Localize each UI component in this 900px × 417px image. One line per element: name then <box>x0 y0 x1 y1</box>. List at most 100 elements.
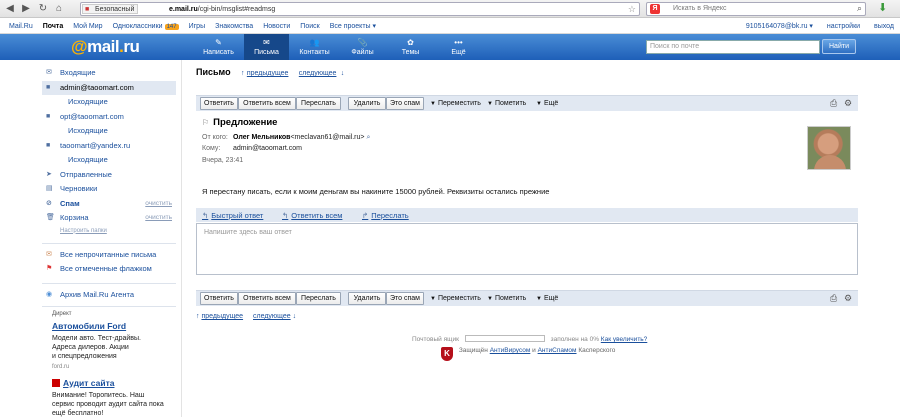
settings-icon[interactable]: ⚙ <box>844 292 852 305</box>
mark-dropdown[interactable]: ▼ Пометить <box>487 293 526 305</box>
portal-link[interactable]: Знакомства <box>215 23 253 30</box>
sidebar-folder[interactable]: Исходящие <box>42 124 176 139</box>
from-value[interactable]: Олег Мельников<meclavan61@mail.ru> ⌕ <box>233 134 370 142</box>
user-email-menu[interactable]: 9105164078@bk.ru ▾ <box>746 23 813 30</box>
folder-settings-link[interactable]: Настроить папки <box>42 226 176 236</box>
sidebar-folder[interactable]: ✉ Входящие <box>42 66 176 81</box>
sidebar-folder[interactable]: Исходящие <box>42 153 176 168</box>
next-message-link[interactable]: следующее <box>253 313 291 320</box>
spam-button[interactable]: Это спам <box>386 292 424 305</box>
find-button[interactable]: Найти <box>822 39 856 54</box>
flag-icon: ⚑ <box>46 264 53 272</box>
nav-label: Письма <box>254 49 279 56</box>
flag-icon[interactable]: ⚐ <box>202 118 209 127</box>
folder-label: taoomart@yandex.ru <box>60 140 131 150</box>
search-icon[interactable]: ⌕ <box>366 134 370 141</box>
sidebar-folder[interactable]: 🗑 Корзина очистить <box>42 211 176 226</box>
print-icon[interactable]: ⎙ <box>830 97 837 110</box>
move-dropdown[interactable]: ▼ Переместить <box>430 293 481 305</box>
mark-dropdown[interactable]: ▼ Пометить <box>487 98 526 110</box>
reply-button[interactable]: Ответить <box>200 97 238 110</box>
clean-folder-link[interactable]: очистить <box>145 197 172 212</box>
reply-button[interactable]: Ответить <box>200 292 238 305</box>
settings-link[interactable]: настройки <box>827 23 860 30</box>
mailru-logo[interactable]: @mail.ru <box>71 37 140 57</box>
nav-more[interactable]: ••• Ещё <box>436 34 481 60</box>
portal-link[interactable]: Поиск <box>300 23 319 30</box>
spam-button[interactable]: Это спам <box>386 97 424 110</box>
portal-link[interactable]: Mail.Ru <box>9 23 33 30</box>
sidebar-folder[interactable]: Исходящие <box>42 95 176 110</box>
bookmark-star-icon[interactable]: ☆ <box>628 3 636 15</box>
search-icon[interactable]: ⌕ <box>857 3 862 14</box>
ad-text[interactable]: Модели авто. Тест-драйвы. Адреса дилеров… <box>42 334 176 361</box>
clean-folder-link[interactable]: очистить <box>145 211 172 226</box>
ad-title[interactable]: Автомобили Ford <box>42 321 176 331</box>
sidebar-folder[interactable]: ⊘ Спам очистить <box>42 197 176 212</box>
reply-all-button[interactable]: Ответить всем <box>238 97 296 110</box>
reload-icon[interactable]: ↻ <box>37 3 49 15</box>
delete-button[interactable]: Удалить <box>348 292 386 305</box>
nav-themes[interactable]: ✿ Темы <box>388 34 433 60</box>
sidebar-folder[interactable]: ➤ Отправленные <box>42 168 176 183</box>
antispam-link[interactable]: АнтиСпамом <box>538 347 577 354</box>
ad2-title[interactable]: Аудит сайта <box>42 378 176 388</box>
portal-link[interactable]: Игры <box>189 23 206 30</box>
arrow-up-icon: ↑ <box>240 70 245 77</box>
sidebar-folder[interactable]: ■ opt@taoomart.com <box>42 110 176 125</box>
forward-button[interactable]: Переслать <box>296 97 341 110</box>
caret-down-icon: ▼ <box>536 296 542 302</box>
back-icon[interactable]: ◀ <box>4 3 16 15</box>
prev-message-link[interactable]: предыдущее <box>247 70 289 77</box>
reply-textarea[interactable]: Напишите здесь ваш ответ <box>196 223 858 275</box>
unread-messages-link[interactable]: ✉ Все непрочитанные письма <box>42 248 176 262</box>
sidebar-folder[interactable]: ■ taoomart@yandex.ru <box>42 139 176 154</box>
antivirus-link[interactable]: АнтиВирусом <box>490 347 531 354</box>
reply-all-button[interactable]: Ответить всем <box>238 292 296 305</box>
pager-bottom: ↑ предыдущее следующее ↓ <box>196 313 296 320</box>
ad2-text[interactable]: Внимание! Торопитесь. Наш сервис проводи… <box>42 391 176 417</box>
flagged-messages-link[interactable]: ⚑ Все отмеченные флажком <box>42 262 176 276</box>
mail-search-input[interactable]: Поиск по почте <box>646 40 820 54</box>
move-dropdown[interactable]: ▼ Переместить <box>430 98 481 110</box>
nav-messages[interactable]: ✉ Письма <box>244 34 289 60</box>
more-dropdown[interactable]: ▼ Ещё <box>536 293 558 305</box>
delete-button[interactable]: Удалить <box>348 97 386 110</box>
download-icon[interactable]: ⬇ <box>878 2 887 15</box>
folder-label: Спам <box>60 198 80 208</box>
ad-url[interactable]: ford.ru <box>42 364 176 370</box>
settings-icon[interactable]: ⚙ <box>844 97 852 110</box>
nav-compose[interactable]: ✎ Написать <box>196 34 241 60</box>
next-message-link[interactable]: следующее <box>299 70 337 77</box>
forward-link[interactable]: ↱ Переслать <box>362 211 409 220</box>
sidebar-folder[interactable]: ■ admin@taoomart.com <box>42 80 176 95</box>
logout-link[interactable]: выход <box>874 23 894 30</box>
address-bar[interactable]: ■ Безопасный e.mail.ru/cgi-bin/msglist#re… <box>80 2 640 16</box>
nav-label: Контакты <box>299 49 330 56</box>
nav-contacts[interactable]: 👥 Контакты <box>292 34 337 60</box>
sidebar-folder[interactable]: ▤ Черновики <box>42 182 176 197</box>
portal-link[interactable]: Все проекты ▾ <box>330 23 376 30</box>
browser-search-input[interactable]: Я Искать в Яндекс ⌕ <box>646 2 866 16</box>
print-icon[interactable]: ⎙ <box>830 292 837 305</box>
portal-link[interactable]: Почта <box>43 23 64 30</box>
mailbox-quota: Почтовый ящик заполнен на 0% Как увеличи… <box>412 335 648 343</box>
forward-icon[interactable]: ▶ <box>20 3 32 15</box>
divider <box>42 305 176 307</box>
reply-all-link[interactable]: ↰ Ответить всем <box>282 211 342 220</box>
forward-button[interactable]: Переслать <box>296 292 341 305</box>
security-badge[interactable]: ■ Безопасный <box>82 4 139 14</box>
agent-archive-link[interactable]: ◉ Архив Mail.Ru Агента <box>42 288 176 302</box>
portal-link[interactable]: Мой Мир <box>73 23 102 30</box>
nav-files[interactable]: 📎 Файлы <box>340 34 385 60</box>
quick-reply-link[interactable]: ↰ Быстрый ответ <box>202 211 263 220</box>
portal-link[interactable]: Новости <box>263 23 290 30</box>
more-dropdown[interactable]: ▼ Ещё <box>536 98 558 110</box>
mail-header: @mail.ru ✎ Написать ✉ Письма 👥 Контакты 📎 Файлы… <box>0 34 900 60</box>
home-icon[interactable]: ⌂ <box>53 3 65 15</box>
nav-label: Написать <box>203 49 234 56</box>
increase-quota-link[interactable]: Как увеличить? <box>601 336 648 343</box>
paperclip-icon: 📎 <box>357 38 368 47</box>
portal-link[interactable]: Одноклассники <box>113 23 163 30</box>
prev-message-link[interactable]: предыдущее <box>201 313 243 320</box>
